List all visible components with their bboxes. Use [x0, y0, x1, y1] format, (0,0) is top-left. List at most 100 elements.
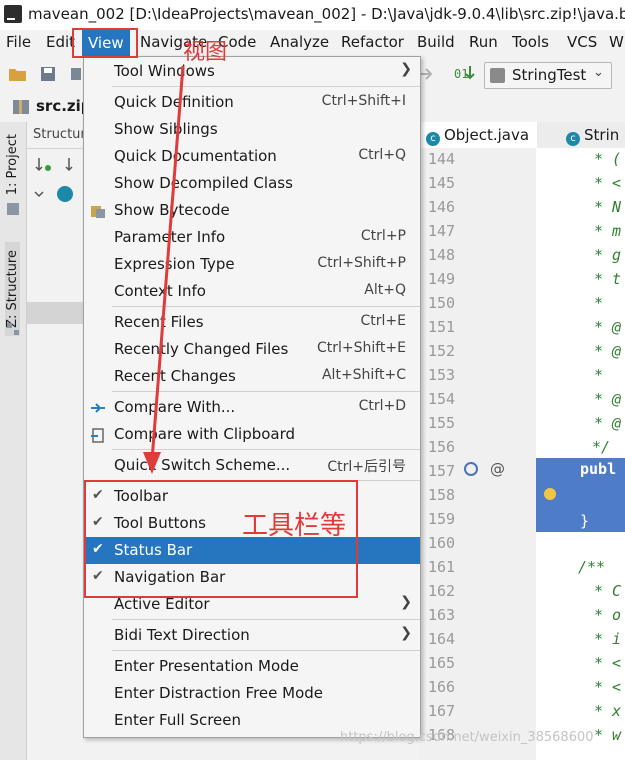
menu-item-enter-presentation-mode[interactable]: Enter Presentation Mode: [84, 653, 420, 680]
line-number: 148: [428, 246, 456, 264]
code-line: }: [580, 512, 590, 530]
menu-separator: [112, 650, 420, 651]
line-number: 153: [428, 366, 456, 384]
structure-panel: Structur: [27, 122, 86, 760]
tab-label: Strin: [584, 126, 620, 144]
line-number: 158: [428, 486, 456, 504]
tab-label: Object.java: [444, 126, 530, 144]
menu-item-context-info[interactable]: Context Info Alt+Q: [84, 278, 420, 305]
annotation-view-label: 视图: [183, 40, 228, 65]
menu-item-compare-with[interactable]: Compare With... Ctrl+D: [84, 394, 420, 421]
sync-icon[interactable]: [70, 66, 82, 82]
menu-file[interactable]: File: [6, 33, 31, 51]
menu-item-recent-changes[interactable]: Recent Changes Alt+Shift+C: [84, 363, 420, 390]
menu-separator: [112, 391, 420, 392]
menu-item-tool-windows[interactable]: Tool Windows ❯: [84, 58, 420, 85]
menu-item-show-bytecode[interactable]: Show Bytecode: [84, 197, 420, 224]
menu-separator: [112, 86, 420, 87]
menu-item-quick-switch-scheme[interactable]: Quick Switch Scheme... Ctrl+后引号: [84, 452, 420, 479]
menu-item-shortcut: Ctrl+E: [360, 313, 407, 329]
menu-item-shortcut: Ctrl+Shift+P: [317, 255, 406, 271]
structure-selected-row[interactable]: [27, 302, 83, 324]
code-line: * (: [594, 150, 622, 168]
menu-item-quick-definition[interactable]: Quick Definition Ctrl+Shift+I: [84, 89, 420, 116]
line-number: 165: [428, 654, 456, 672]
menu-item-compare-with-clipboard[interactable]: Compare with Clipboard: [84, 421, 420, 448]
menu-vcs[interactable]: VCS: [567, 33, 597, 51]
menu-item-label: Quick Definition: [114, 93, 234, 111]
menu-item-quick-documentation[interactable]: Quick Documentation Ctrl+Q: [84, 143, 420, 170]
menu-item-label: Enter Distraction Free Mode: [114, 684, 324, 702]
menu-item-recent-files[interactable]: Recent Files Ctrl+E: [84, 309, 420, 336]
line-number: 149: [428, 270, 456, 288]
code-line: * N: [594, 198, 622, 216]
line-number: 145: [428, 174, 456, 192]
menu-item-parameter-info[interactable]: Parameter Info Ctrl+P: [84, 224, 420, 251]
override-marker-icon[interactable]: [464, 462, 478, 476]
menu-item-bidi-text-direction[interactable]: Bidi Text Direction ❯: [84, 622, 420, 649]
code-editor[interactable]: * (* < * N * m * g * t * * @ * @ * * @ * @ */ publ} /…: [536, 148, 625, 760]
submenu-arrow-icon: ❯: [400, 61, 412, 77]
editor-tab-bar: c Object.java c Strin: [418, 122, 625, 149]
menu-run[interactable]: Run: [469, 33, 498, 51]
build-icon[interactable]: 01: [454, 64, 476, 84]
chevron-down-icon[interactable]: [33, 188, 45, 200]
line-number: 161: [428, 558, 456, 576]
code-line: */: [592, 438, 611, 456]
save-icon[interactable]: [40, 66, 56, 82]
code-line: * @: [594, 414, 622, 432]
run-configuration-selector[interactable]: StringTest ⌄: [484, 62, 612, 89]
line-number: 166: [428, 678, 456, 696]
left-tool-strip: 1: Project Z: Structure: [0, 122, 27, 760]
menu-item-show-decompiled-class[interactable]: Show Decompiled Class: [84, 170, 420, 197]
line-number-gutter: 144 145 146 147 148 149 150 151 152 153 154 155 156 1…: [418, 148, 536, 760]
line-number: 163: [428, 606, 456, 624]
menu-build[interactable]: Build: [417, 33, 455, 51]
line-number: 152: [428, 342, 456, 360]
view-menu-dropdown: Tool Windows ❯ Quick Definition Ctrl+Shift+…: [83, 56, 421, 738]
sort-by-visibility-icon[interactable]: [35, 156, 53, 174]
menu-edit[interactable]: Edit: [46, 33, 75, 51]
menu-item-label: Compare With...: [114, 398, 236, 416]
sort-alphabetically-icon[interactable]: [65, 156, 83, 174]
tab-project[interactable]: 1: Project: [5, 134, 20, 195]
code-line: * <: [594, 654, 622, 672]
code-line: * o: [594, 606, 622, 624]
menu-item-shortcut: Ctrl+D: [358, 398, 406, 414]
code-line: * x: [594, 702, 622, 720]
tab-object-java[interactable]: c Object.java: [418, 122, 538, 148]
menu-item-show-siblings[interactable]: Show Siblings: [84, 116, 420, 143]
code-line: publ: [580, 460, 617, 478]
tab-string-java[interactable]: c Strin: [558, 122, 625, 148]
menu-tools[interactable]: Tools: [512, 33, 549, 51]
open-folder-icon[interactable]: [8, 66, 28, 82]
menu-item-label: Context Info: [114, 282, 206, 300]
menu-item-label: Recent Files: [114, 313, 204, 331]
menu-window[interactable]: W: [609, 33, 624, 51]
annotation-toolbar-label: 工具栏等: [242, 511, 347, 541]
lightbulb-icon[interactable]: [544, 488, 556, 500]
title-bar: mavean_002 [D:\IdeaProjects\mavean_002] …: [0, 0, 625, 30]
code-line: * m: [594, 222, 622, 240]
menu-analyze[interactable]: Analyze: [270, 33, 329, 51]
menu-item-label: Enter Presentation Mode: [114, 657, 299, 675]
menu-item-label: Show Siblings: [114, 120, 218, 138]
menu-item-enter-distraction-free-mode[interactable]: Enter Distraction Free Mode: [84, 680, 420, 707]
menu-refactor[interactable]: Refactor: [341, 33, 404, 51]
line-number: 156: [428, 438, 456, 456]
code-line: * <: [594, 174, 622, 192]
annotation-marker-icon[interactable]: @: [490, 460, 505, 478]
line-number: 144: [428, 150, 456, 168]
menu-item-recently-changed-files[interactable]: Recently Changed Files Ctrl+Shift+E: [84, 336, 420, 363]
menu-separator: [112, 619, 420, 620]
code-line: * @: [594, 390, 622, 408]
line-number: 159: [428, 510, 456, 528]
menu-item-expression-type[interactable]: Expression Type Ctrl+Shift+P: [84, 251, 420, 278]
class-icon[interactable]: [57, 186, 73, 202]
intellij-logo-icon: [4, 5, 22, 23]
menu-item-label: Quick Documentation: [114, 147, 277, 165]
code-line: * <: [594, 678, 622, 696]
menu-item-shortcut: Ctrl+Shift+I: [321, 93, 406, 109]
menu-item-label: Show Decompiled Class: [114, 174, 293, 192]
menu-item-shortcut: Ctrl+Shift+E: [316, 340, 406, 356]
